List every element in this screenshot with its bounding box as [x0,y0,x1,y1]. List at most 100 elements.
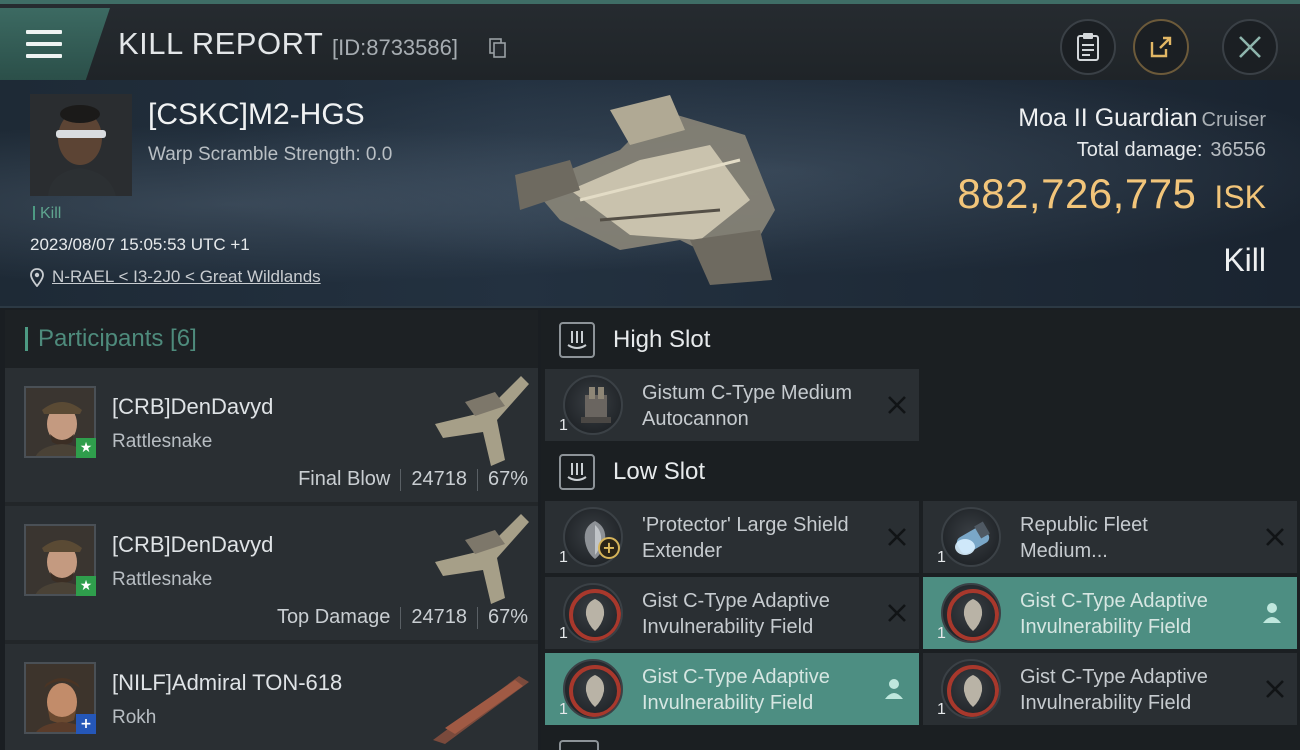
participants-title: Participants [6] [38,325,197,352]
participant-name: [CRB]DenDavyd [112,394,274,419]
share-button[interactable] [1133,19,1189,75]
module-quantity: 1 [937,549,946,566]
page-title: KILL REPORT [118,26,324,61]
share-icon [1150,36,1172,58]
invulnerability-field-icon [941,583,1001,643]
total-damage-value: 36556 [1210,139,1266,161]
participant-damage: 24718 [411,606,467,628]
participant-ship-image [435,514,529,604]
participant-badge: + [76,714,96,734]
participant-badge: ★ [76,576,96,596]
clipboard-icon [1077,33,1099,61]
shield-extender-icon [563,507,623,567]
high-slot-label: High Slot [613,326,711,353]
victim-ship-image [515,95,775,285]
warp-scramble-strength: Warp Scramble Strength: 0.0 [148,144,393,165]
victim-ship: Moa II Guardian Cruiser [1018,104,1266,133]
clipboard-button[interactable] [1060,19,1116,75]
kill-header: [CSKC]M2-HGS Warp Scramble Strength: 0.0… [0,80,1300,308]
participant-ship: Rokh [112,707,157,728]
participant-name: [CRB]DenDavyd [112,532,274,557]
close-icon [1239,36,1261,58]
module-quantity: 1 [559,549,568,566]
destroyed-x-icon [1266,680,1284,698]
kill-datetime: 2023/08/07 15:05:53 UTC +1 [30,235,250,254]
participant-badge: ★ [76,438,96,458]
total-damage-label: Total damage: [1076,139,1203,161]
fitting-panel: High Slot 1 Gistum C-Type Medium Autocan… [541,310,1300,750]
destroyed-x-icon [1266,528,1284,546]
isk-value: 882,726,775 ISK [957,170,1266,218]
participant-card[interactable]: + [NILF]Admiral TON-618 Rokh [5,644,538,750]
autocannon-icon [563,375,623,435]
module-quantity: 1 [937,701,946,718]
low-slot-icon [559,454,595,490]
participant-percent: 67% [487,468,528,490]
module-item[interactable]: 1 Gist C-Type Adaptive Invulnerability F… [545,653,919,725]
module-name: Gist C-Type Adaptive Invulnerability Fie… [1020,590,1208,638]
victim-name: [CSKC]M2-HGS [148,98,365,131]
module-quantity: 1 [559,625,568,642]
isk-unit: ISK [1214,179,1266,215]
isk-amount: 882,726,775 [957,170,1197,217]
participants-header: Participants [6] [5,310,538,368]
ship-name: Moa II Guardian [1018,104,1198,132]
participant-damage: 24718 [411,468,467,490]
participant-role: Top Damage [276,606,391,628]
dropped-person-icon [885,679,903,699]
kill-tag: Kill [33,205,61,223]
low-slot-header: Low Slot [541,442,1300,502]
participant-ship: Rattlesnake [112,431,213,452]
top-bar: KILL REPORT [ID:8733586] [0,0,1300,80]
participant-stats: Final Blow 24718 67% [298,468,528,491]
module-item[interactable]: 1 Republic Fleet Medium... [923,501,1297,573]
invulnerability-field-icon [941,659,1001,719]
module-name: 'Protector' Large Shield Extender [642,514,849,562]
module-name: Gistum C-Type Medium Autocannon [642,382,853,430]
location-pin-icon [30,267,44,287]
module-quantity: 1 [937,625,946,642]
module-item[interactable]: 1 Gistum C-Type Medium Autocannon [545,369,919,441]
kill-result: Kill [1223,242,1266,278]
hamburger-icon [26,30,62,58]
next-slot-icon [559,740,599,750]
participant-ship-image [433,676,529,744]
destroyed-x-icon [888,604,906,622]
participant-card[interactable]: ★ [CRB]DenDavyd Rattlesnake Top Damage 2… [5,506,538,640]
module-quantity: 1 [559,701,568,718]
participant-ship: Rattlesnake [112,569,213,590]
module-item[interactable]: + 1 'Protector' Large Shield Extender [545,501,919,573]
module-item[interactable]: 1 Gist C-Type Adaptive Invulnerability F… [923,653,1297,725]
total-damage: Total damage: 36556 [1077,139,1266,162]
close-button[interactable] [1222,19,1278,75]
participant-name: [NILF]Admiral TON-618 [112,670,343,695]
kill-location[interactable]: N-RAEL < I3-2J0 < Great Wildlands [30,267,321,287]
report-id: [ID:8733586] [332,35,458,60]
module-quantity: 1 [559,417,568,434]
destroyed-x-icon [888,528,906,546]
module-name: Republic Fleet Medium... [1020,514,1148,562]
pilot-portrait-image [30,94,132,196]
participant-percent: 67% [487,606,528,628]
destroyed-x-icon [888,396,906,414]
participant-card[interactable]: ★ [CRB]DenDavyd Rattlesnake Final Blow 2… [5,368,538,502]
victim-portrait[interactable] [30,94,132,196]
low-slot-label: Low Slot [613,458,706,485]
copy-icon[interactable] [489,38,507,58]
menu-button[interactable] [0,8,110,80]
module-name: Gist C-Type Adaptive Invulnerability Fie… [642,666,830,714]
invulnerability-field-icon [563,583,623,643]
participants-panel: Participants [6] ★ [CRB]DenDavyd Rattles… [5,310,538,750]
rig-plus-icon: + [598,537,620,559]
participant-ship-image [435,376,529,466]
module-item[interactable]: 1 Gist C-Type Adaptive Invulnerability F… [923,577,1297,649]
participant-stats: Top Damage 24718 67% [277,606,528,629]
high-slot-header: High Slot [541,310,1300,370]
invulnerability-field-icon [563,659,623,719]
location-link[interactable]: N-RAEL < I3-2J0 < Great Wildlands [52,267,321,287]
module-item[interactable]: 1 Gist C-Type Adaptive Invulnerability F… [545,577,919,649]
module-name: Gist C-Type Adaptive Invulnerability Fie… [642,590,830,638]
dropped-person-icon [1263,603,1281,623]
high-slot-icon [559,322,595,358]
participant-role: Final Blow [298,468,391,490]
